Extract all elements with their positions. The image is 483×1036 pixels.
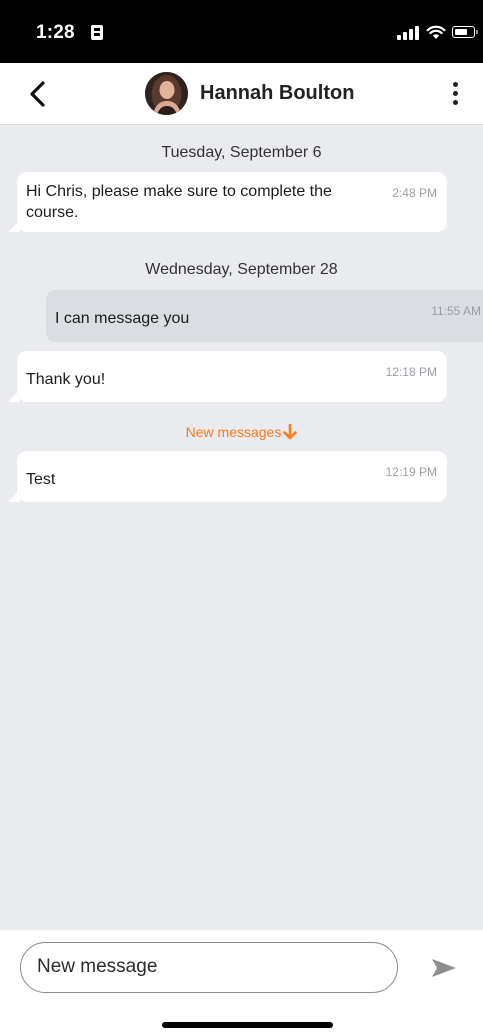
message-bubble-incoming[interactable]: Hi Chris, please make sure to complete t… [17,172,447,232]
date-separator: Wednesday, September 28 [145,261,338,278]
date-separator: Tuesday, September 6 [161,144,322,161]
new-messages-label: New messages [185,424,282,440]
contact-name[interactable]: Hannah Boulton [200,82,354,105]
message-time: 12:18 PM [385,365,437,379]
back-chevron-icon[interactable] [28,79,48,109]
message-input-container[interactable] [20,942,398,993]
cellular-signal-icon [397,26,419,40]
message-bubble-incoming[interactable]: Test 12:19 PM [17,451,447,502]
new-messages-divider: New messages [0,423,483,440]
status-time: 1:28 [36,22,75,43]
status-bar: 1:28 [0,0,483,63]
message-time: 11:55 AM [431,304,481,318]
chat-header: Hannah Boulton [0,63,483,125]
message-time: 2:48 PM [392,186,437,200]
message-text: Hi Chris, please make sure to complete t… [26,183,332,200]
message-text: Thank you! [26,371,106,388]
battery-icon [452,26,478,38]
message-bubble-incoming[interactable]: Thank you! 12:18 PM [17,351,447,402]
avatar[interactable] [145,72,188,115]
message-bubble-outgoing[interactable]: I can message you 11:55 AM [46,290,483,342]
home-indicator [162,1022,333,1028]
sim-badge-icon [91,25,103,40]
more-options-icon[interactable] [446,80,464,108]
send-icon[interactable] [430,956,458,980]
message-input[interactable] [37,956,377,978]
message-text: course. [26,204,79,221]
message-composer [0,930,483,1036]
message-time: 12:19 PM [385,465,437,479]
arrow-down-icon [283,423,298,440]
message-text: Test [26,471,56,488]
message-text: I can message you [55,310,190,327]
wifi-icon [426,25,446,39]
